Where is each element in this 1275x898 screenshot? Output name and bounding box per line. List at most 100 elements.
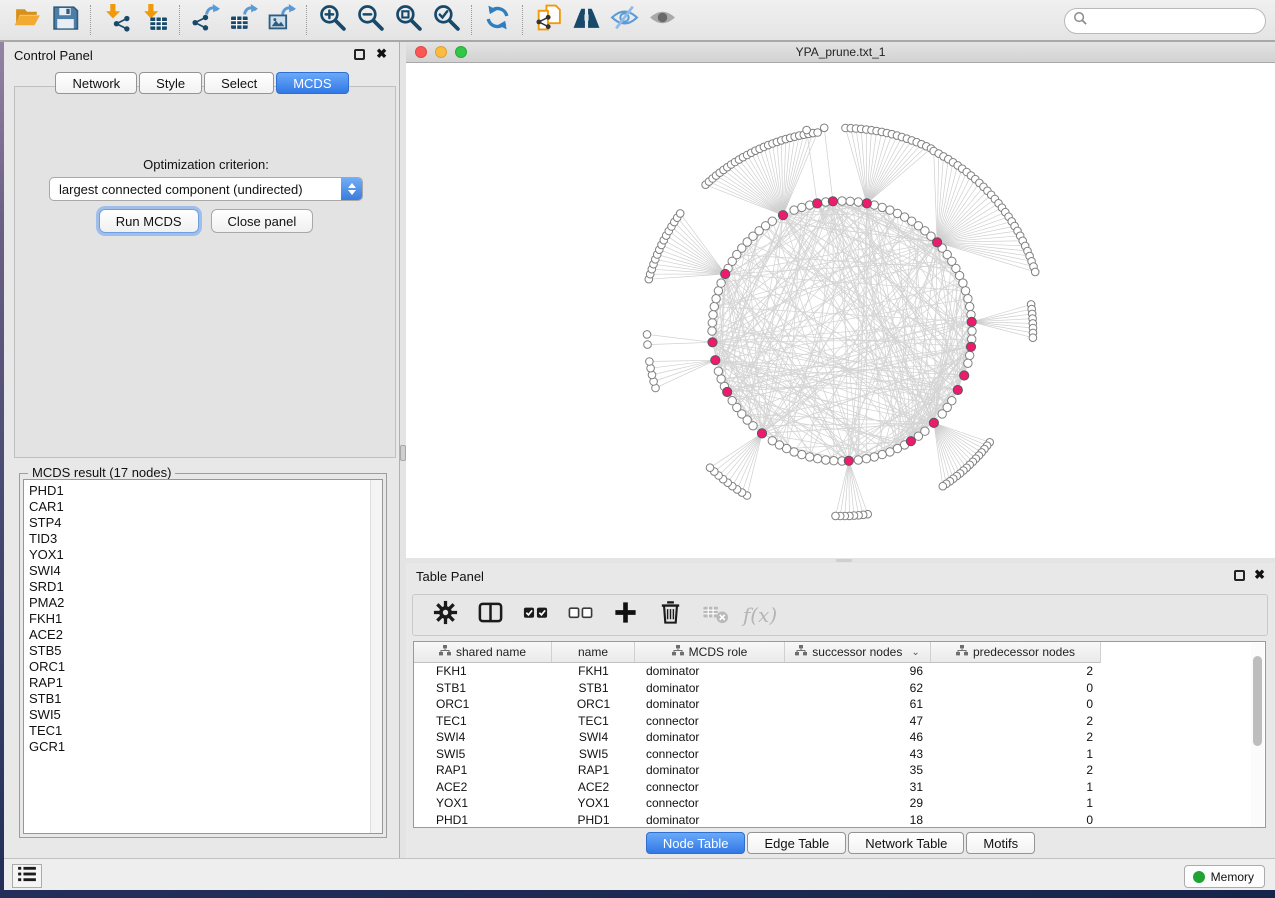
- tab-motifs[interactable]: Motifs: [966, 832, 1035, 854]
- table-row[interactable]: SWI5SWI5connector431: [414, 746, 1265, 763]
- hide-graphics-details-button[interactable]: [605, 3, 643, 37]
- network-node[interactable]: [1031, 268, 1039, 276]
- refresh-view-button[interactable]: [478, 3, 516, 37]
- create-column-button[interactable]: [607, 598, 643, 632]
- network-node[interactable]: [938, 410, 946, 418]
- tab-style[interactable]: Style: [139, 72, 202, 94]
- mcds-hub-node[interactable]: [960, 371, 969, 380]
- mcds-hub-node[interactable]: [778, 211, 787, 220]
- deselect-all-rows-button[interactable]: [562, 598, 598, 632]
- column-header-name[interactable]: name: [552, 642, 635, 663]
- mcds-hub-node[interactable]: [966, 342, 975, 351]
- network-node[interactable]: [798, 450, 806, 458]
- network-canvas[interactable]: [406, 64, 1275, 558]
- mcds-result-item[interactable]: YOX1: [29, 547, 370, 563]
- network-node[interactable]: [709, 311, 717, 319]
- network-node[interactable]: [886, 448, 894, 456]
- close-panel-button[interactable]: Close panel: [211, 209, 314, 233]
- mcds-result-item[interactable]: SWI4: [29, 563, 370, 579]
- table-row[interactable]: ORC1ORC1dominator610: [414, 696, 1265, 713]
- mcds-hub-node[interactable]: [906, 437, 915, 446]
- network-node[interactable]: [966, 302, 974, 310]
- network-node[interactable]: [964, 359, 972, 367]
- mcds-hub-node[interactable]: [862, 199, 871, 208]
- network-node[interactable]: [822, 456, 830, 464]
- export-network-button[interactable]: [186, 3, 224, 37]
- import-network-button[interactable]: [97, 3, 135, 37]
- mcds-result-item[interactable]: ORC1: [29, 659, 370, 675]
- mcds-result-item[interactable]: RAP1: [29, 675, 370, 691]
- network-node[interactable]: [717, 375, 725, 383]
- table-row[interactable]: FKH1FKH1dominator962: [414, 663, 1265, 680]
- zoom-out-button[interactable]: [351, 3, 389, 37]
- network-node[interactable]: [717, 279, 725, 287]
- mcds-result-item[interactable]: TID3: [29, 531, 370, 547]
- network-node[interactable]: [870, 453, 878, 461]
- table-row[interactable]: SWI4SWI4dominator462: [414, 729, 1265, 746]
- network-node[interactable]: [854, 198, 862, 206]
- mcds-result-item[interactable]: SWI5: [29, 707, 370, 723]
- network-node[interactable]: [878, 203, 886, 211]
- network-node[interactable]: [676, 210, 684, 218]
- mcds-hub-node[interactable]: [929, 418, 938, 427]
- network-node[interactable]: [838, 197, 846, 205]
- zoom-fit-button[interactable]: [389, 3, 427, 37]
- mcds-hub-node[interactable]: [933, 238, 942, 247]
- share-network-button[interactable]: [529, 3, 567, 37]
- network-node[interactable]: [966, 351, 974, 359]
- mcds-list-scrollbar[interactable]: [370, 480, 382, 833]
- tab-node-table[interactable]: Node Table: [646, 832, 746, 854]
- table-row[interactable]: TEC1TEC1connector472: [414, 713, 1265, 730]
- mcds-result-item[interactable]: CAR1: [29, 499, 370, 515]
- table-row[interactable]: RAP1RAP1dominator352: [414, 762, 1265, 779]
- network-node[interactable]: [862, 455, 870, 463]
- column-header-successor-nodes[interactable]: successor nodes⌄: [785, 642, 931, 663]
- select-all-rows-button[interactable]: [517, 598, 553, 632]
- mcds-hub-node[interactable]: [757, 429, 766, 438]
- mcds-hub-node[interactable]: [967, 317, 976, 326]
- network-node[interactable]: [768, 217, 776, 225]
- zoom-in-button[interactable]: [313, 3, 351, 37]
- network-node[interactable]: [643, 331, 651, 339]
- network-node[interactable]: [964, 295, 972, 303]
- mcds-result-item[interactable]: PMA2: [29, 595, 370, 611]
- network-node[interactable]: [1029, 334, 1037, 342]
- network-node[interactable]: [832, 512, 840, 520]
- show-graphics-details-button[interactable]: [643, 3, 681, 37]
- search-field[interactable]: [1064, 8, 1266, 34]
- show-columns-button[interactable]: [472, 598, 508, 632]
- mcds-result-item[interactable]: PHD1: [29, 483, 370, 499]
- network-node[interactable]: [646, 358, 654, 366]
- import-table-button[interactable]: [135, 3, 173, 37]
- network-node[interactable]: [708, 327, 716, 335]
- zoom-selected-button[interactable]: [427, 3, 465, 37]
- network-node[interactable]: [790, 206, 798, 214]
- search-input[interactable]: [1088, 11, 1265, 31]
- mcds-hub-node[interactable]: [828, 197, 837, 206]
- network-node[interactable]: [878, 450, 886, 458]
- network-node[interactable]: [798, 203, 806, 211]
- network-node[interactable]: [714, 287, 722, 295]
- network-node[interactable]: [968, 327, 976, 335]
- network-node[interactable]: [728, 397, 736, 405]
- run-mcds-button[interactable]: Run MCDS: [99, 209, 199, 233]
- table-row[interactable]: YOX1YOX1connector291: [414, 795, 1265, 812]
- network-node[interactable]: [854, 456, 862, 464]
- mcds-hub-node[interactable]: [721, 269, 730, 278]
- network-node[interactable]: [814, 129, 822, 137]
- delete-column-button[interactable]: [652, 598, 688, 632]
- mcds-result-item[interactable]: STP4: [29, 515, 370, 531]
- mcds-hub-node[interactable]: [711, 356, 720, 365]
- table-row[interactable]: PHD1PHD1dominator180: [414, 812, 1265, 829]
- mcds-hub-node[interactable]: [813, 199, 822, 208]
- mcds-result-item[interactable]: FKH1: [29, 611, 370, 627]
- float-panel-icon[interactable]: [1234, 570, 1245, 581]
- column-header-shared-name[interactable]: shared name: [414, 642, 552, 663]
- mcds-hub-node[interactable]: [844, 456, 853, 465]
- network-node[interactable]: [830, 457, 838, 465]
- column-header-predecessor-nodes[interactable]: predecessor nodes: [931, 642, 1101, 663]
- splitter-handle[interactable]: [836, 559, 852, 562]
- network-node[interactable]: [806, 453, 814, 461]
- tab-edge-table[interactable]: Edge Table: [747, 832, 846, 854]
- table-row[interactable]: ACE2ACE2connector311: [414, 779, 1265, 796]
